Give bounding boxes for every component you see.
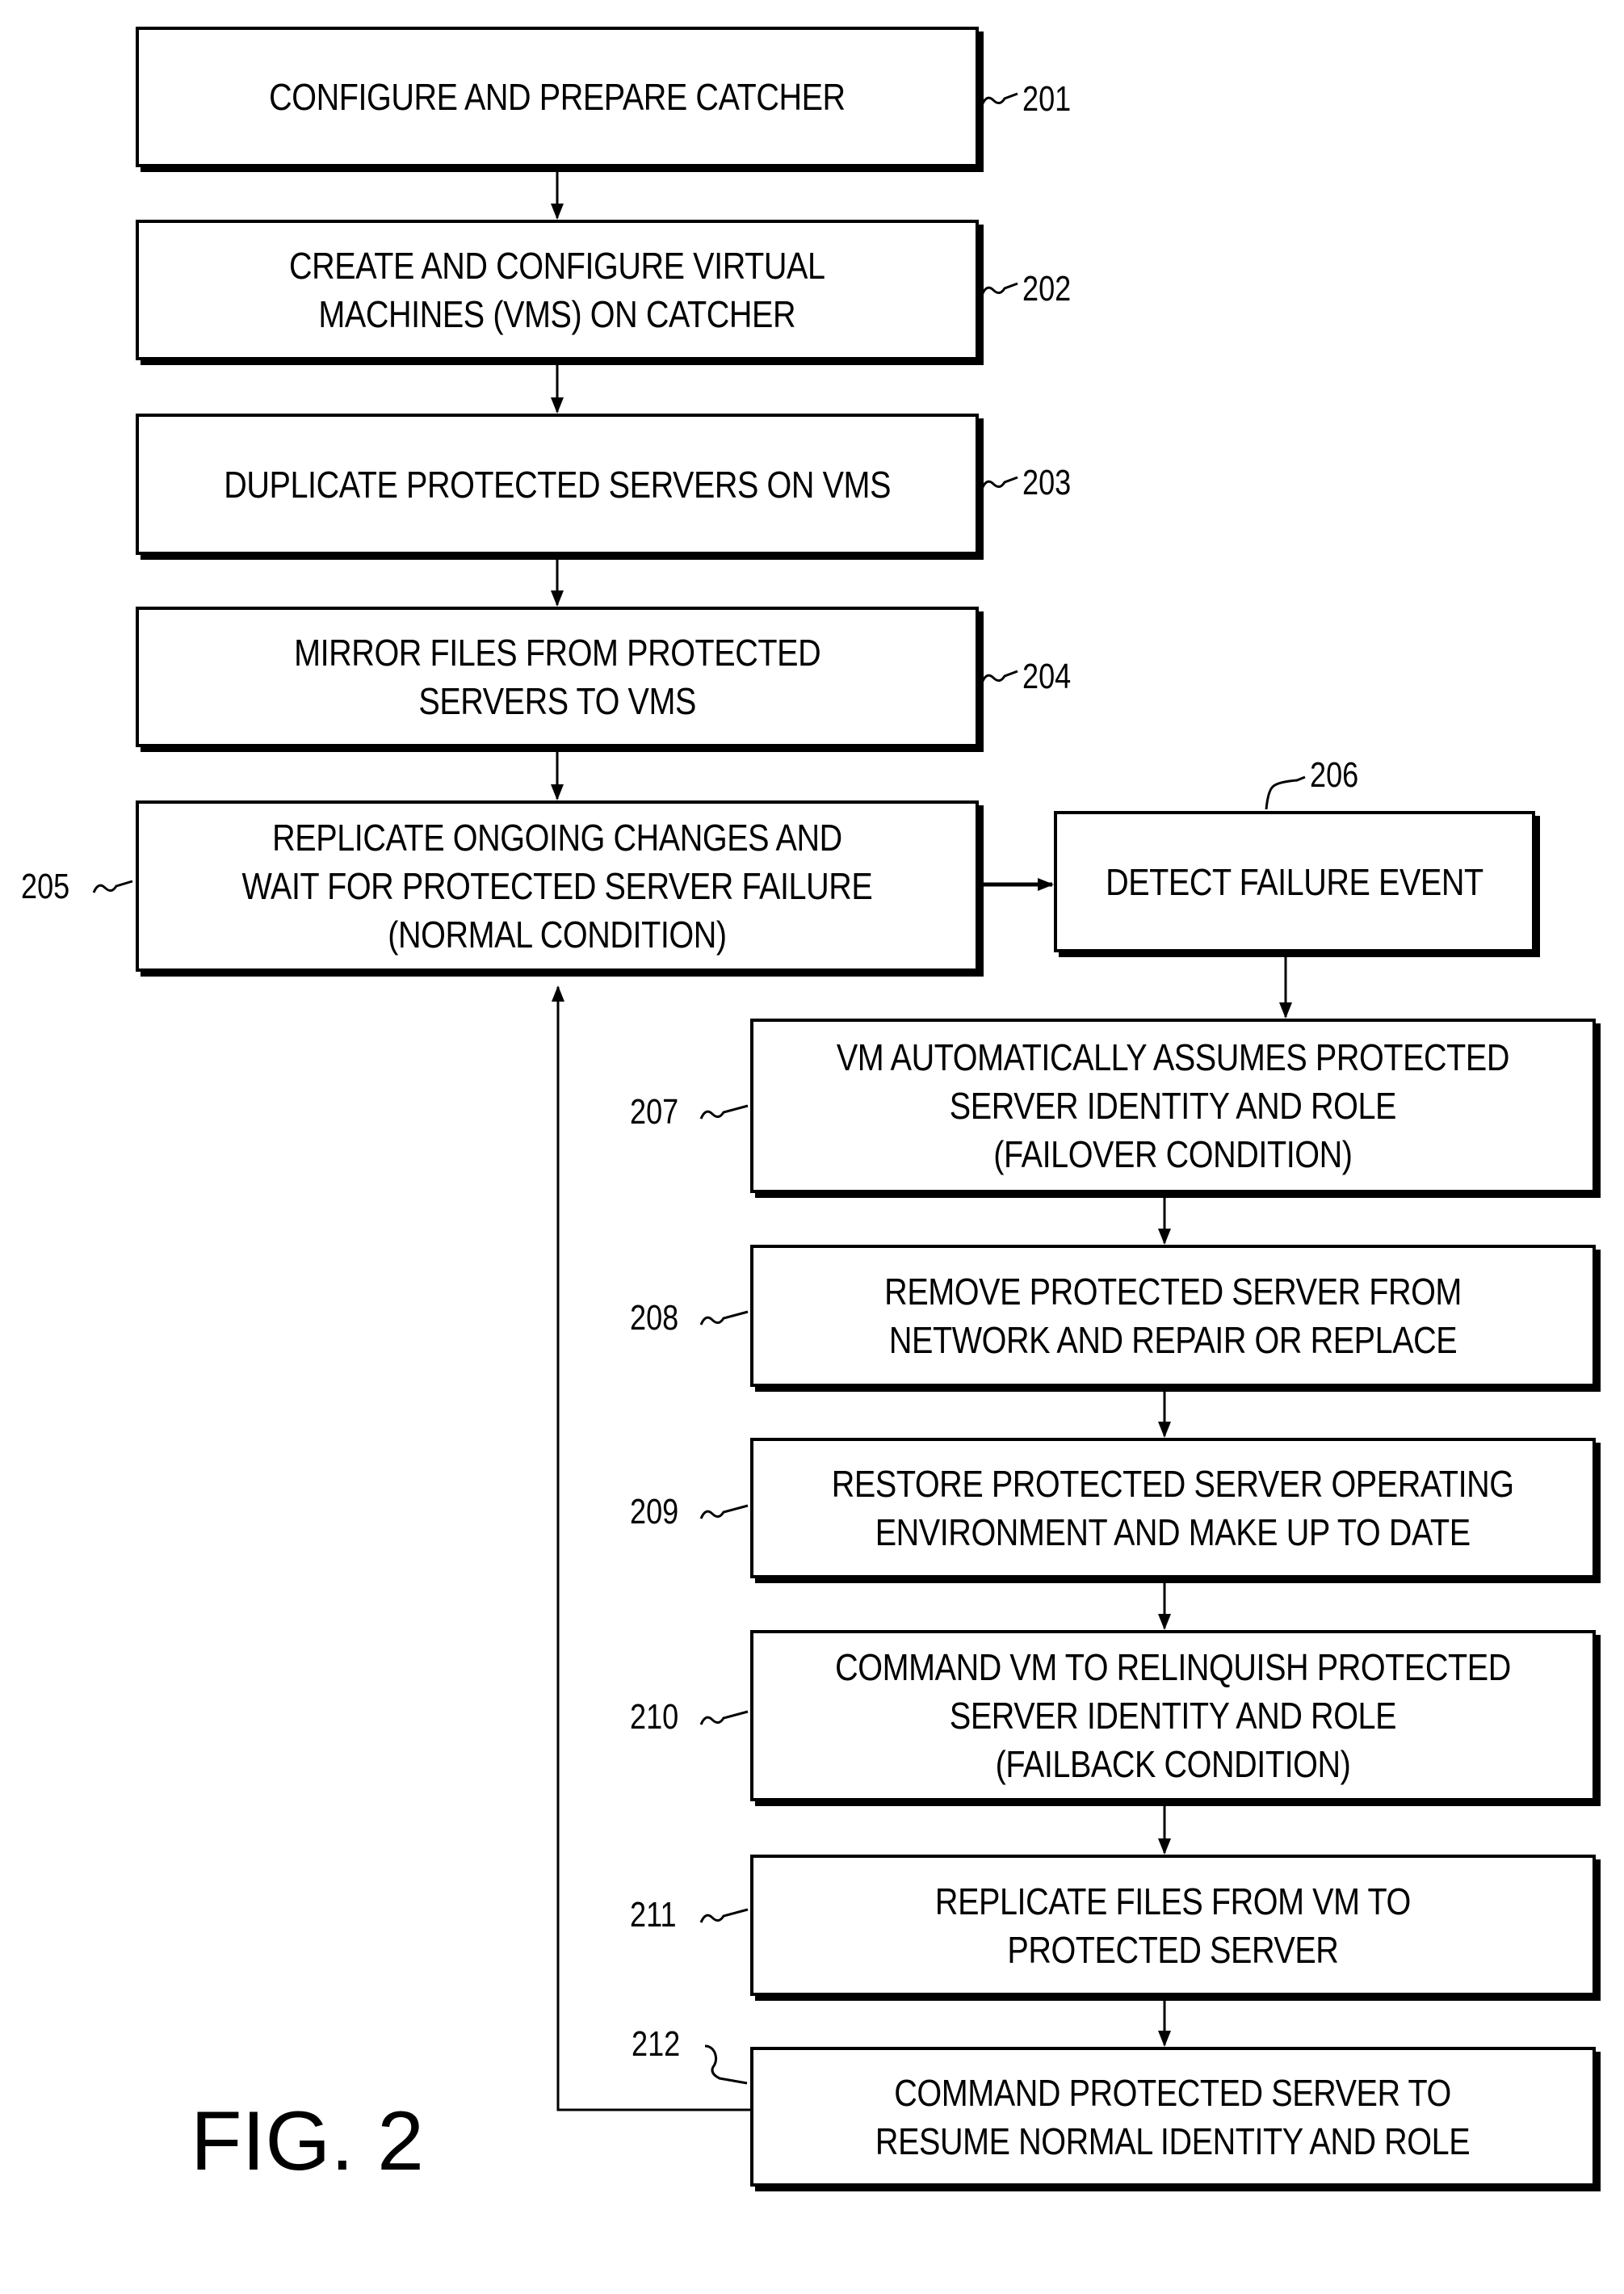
ref-201: 201: [1022, 79, 1072, 119]
step-209-text: RESTORE PROTECTED SERVER OPERATING ENVIR…: [832, 1463, 1514, 1553]
step-212-text: COMMAND PROTECTED SERVER TO RESUME NORMA…: [875, 2071, 1471, 2162]
step-208-box: REMOVE PROTECTED SERVER FROM NETWORK AND…: [750, 1245, 1596, 1387]
step-207-box: VM AUTOMATICALLY ASSUMES PROTECTED SERVE…: [750, 1019, 1596, 1193]
leader-209: [699, 1504, 749, 1519]
leader-207: [699, 1104, 749, 1120]
leader-204: [980, 670, 1018, 683]
step-201-text: CONFIGURE AND PREPARE CATCHER: [269, 76, 846, 118]
arrow-212-205-loop: [552, 985, 750, 2111]
ref-208: 208: [630, 1298, 679, 1338]
step-204-box: MIRROR FILES FROM PROTECTED SERVERS TO V…: [136, 607, 979, 747]
step-204-text: MIRROR FILES FROM PROTECTED SERVERS TO V…: [293, 632, 821, 722]
step-208-text: REMOVE PROTECTED SERVER FROM NETWORK AND…: [884, 1271, 1462, 1361]
ref-205: 205: [21, 867, 70, 906]
step-203-text: DUPLICATE PROTECTED SERVERS ON VMS: [224, 463, 891, 506]
step-207-text: VM AUTOMATICALLY ASSUMES PROTECTED SERVE…: [836, 1036, 1510, 1175]
step-203-box: DUPLICATE PROTECTED SERVERS ON VMS: [136, 414, 979, 555]
figure-label: FIG. 2: [191, 2094, 424, 2188]
ref-203: 203: [1022, 463, 1072, 502]
ref-207: 207: [630, 1092, 679, 1132]
leader-206: [1265, 775, 1306, 810]
leader-212: [704, 2044, 748, 2085]
ref-210: 210: [630, 1697, 679, 1737]
step-202-box: CREATE AND CONFIGURE VIRTUAL MACHINES (V…: [136, 220, 979, 360]
leader-211: [699, 1908, 749, 1923]
leader-205: [92, 880, 133, 893]
step-201-box: CONFIGURE AND PREPARE CATCHER: [136, 27, 979, 167]
ref-206: 206: [1310, 755, 1359, 795]
leader-208: [699, 1310, 749, 1326]
step-209-box: RESTORE PROTECTED SERVER OPERATING ENVIR…: [750, 1438, 1596, 1578]
step-202-text: CREATE AND CONFIGURE VIRTUAL MACHINES (V…: [289, 245, 825, 335]
leader-210: [699, 1710, 749, 1725]
step-206-text: DETECT FAILURE EVENT: [1106, 860, 1483, 903]
step-211-text: REPLICATE FILES FROM VM TO PROTECTED SER…: [935, 1880, 1411, 1971]
leader-202: [980, 282, 1018, 296]
leader-203: [980, 476, 1018, 489]
step-205-text: REPLICATE ONGOING CHANGES AND WAIT FOR P…: [241, 817, 873, 956]
leader-201: [980, 92, 1018, 106]
step-206-box: DETECT FAILURE EVENT: [1054, 811, 1535, 952]
step-212-box: COMMAND PROTECTED SERVER TO RESUME NORMA…: [750, 2047, 1596, 2187]
ref-211: 211: [630, 1895, 677, 1935]
step-211-box: REPLICATE FILES FROM VM TO PROTECTED SER…: [750, 1855, 1596, 1996]
ref-202: 202: [1022, 269, 1072, 309]
step-210-box: COMMAND VM TO RELINQUISH PROTECTED SERVE…: [750, 1630, 1596, 1801]
step-205-box: REPLICATE ONGOING CHANGES AND WAIT FOR P…: [136, 800, 979, 972]
ref-209: 209: [630, 1492, 679, 1531]
step-210-text: COMMAND VM TO RELINQUISH PROTECTED SERVE…: [835, 1646, 1511, 1785]
ref-204: 204: [1022, 657, 1072, 696]
ref-212: 212: [632, 2024, 681, 2064]
